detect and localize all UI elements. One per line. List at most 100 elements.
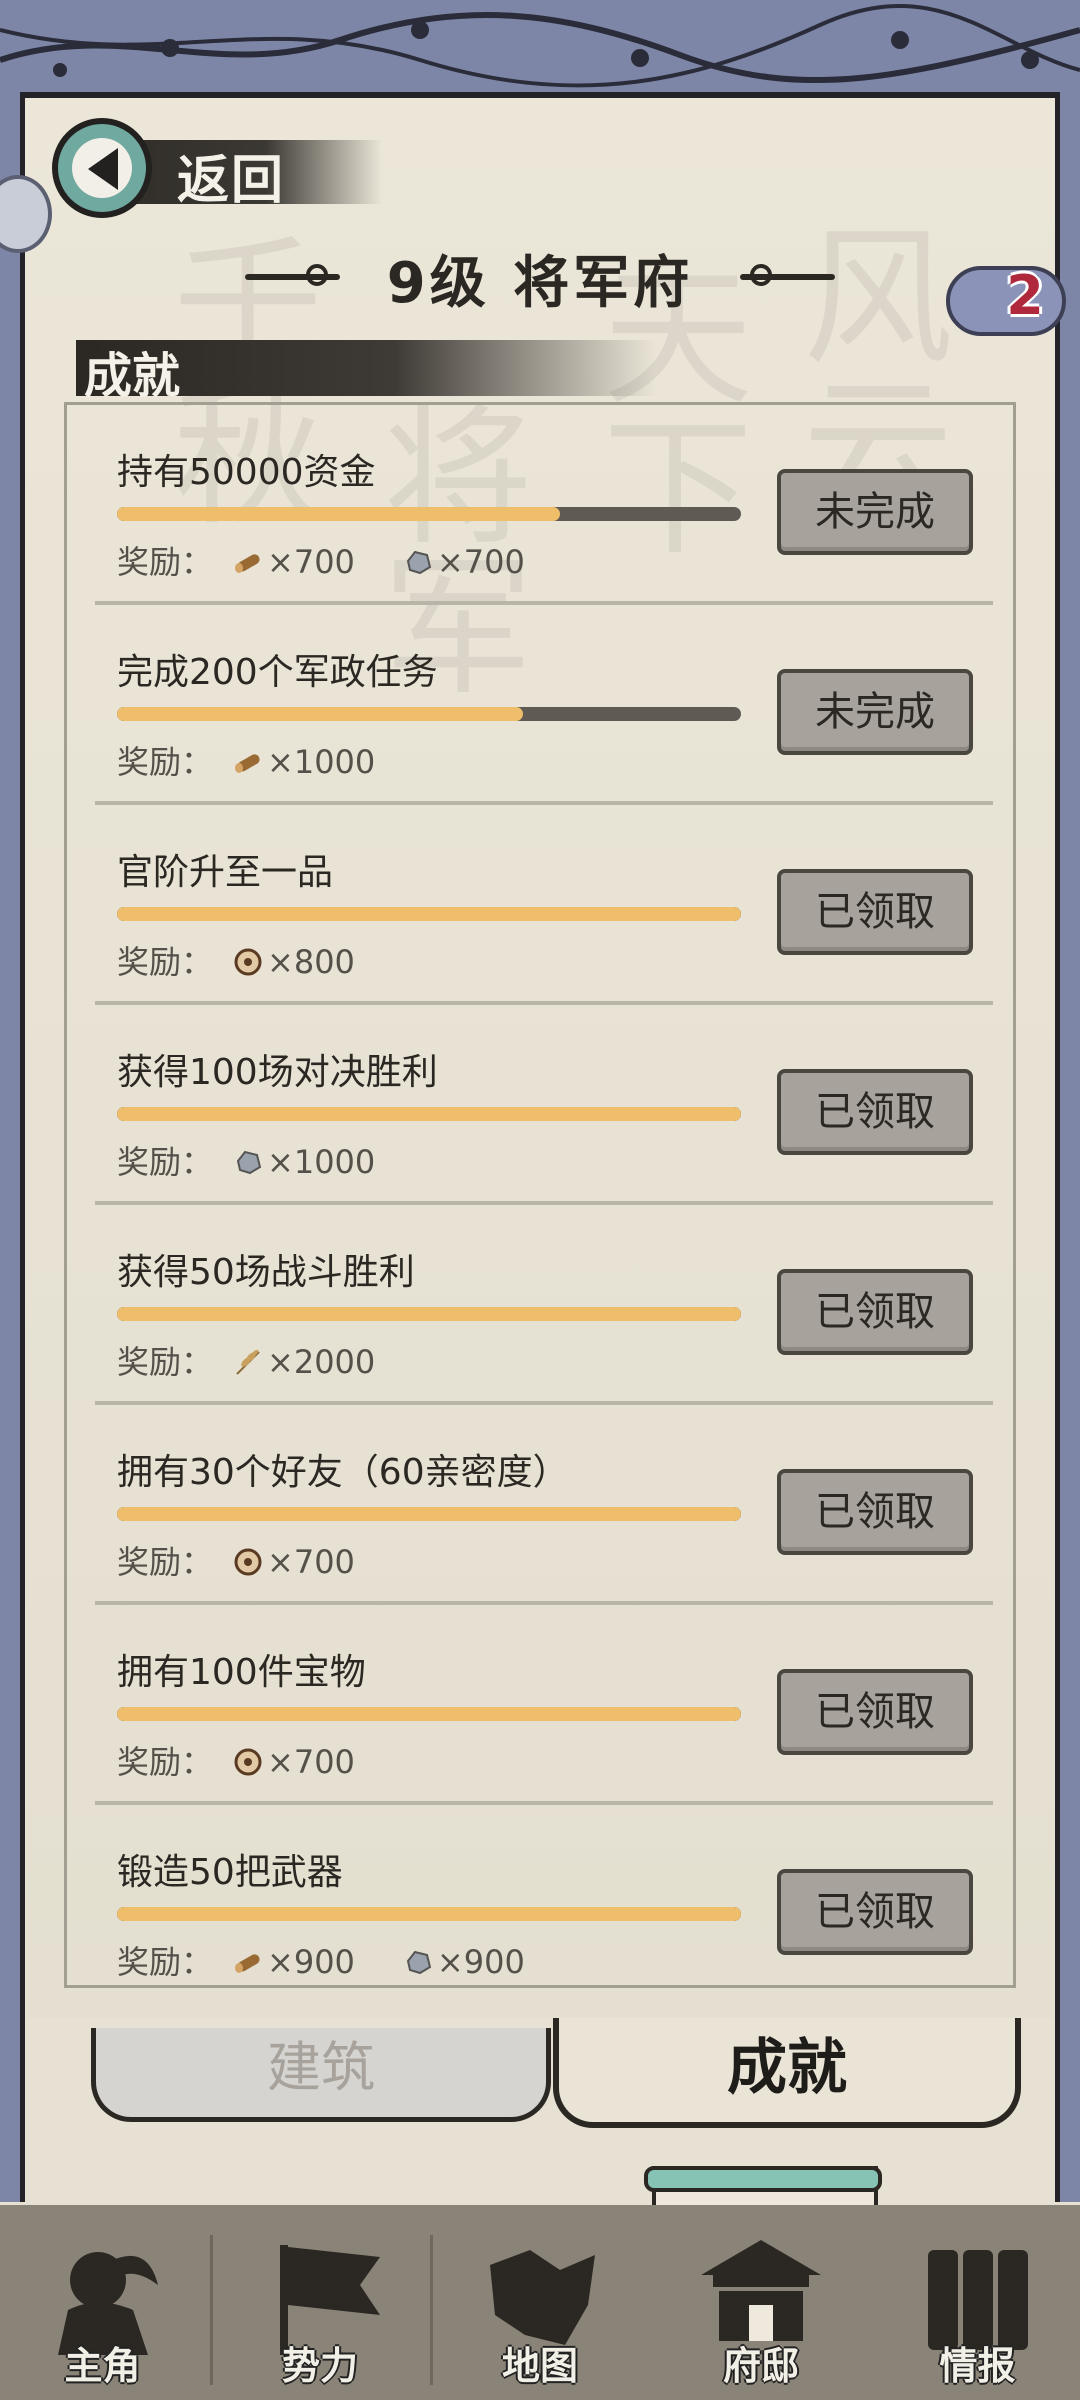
- nav-mansion[interactable]: 府邸: [652, 2205, 870, 2400]
- reward-row: 奖励： ×700: [117, 1537, 383, 1583]
- nav-label: 情报: [939, 2344, 1016, 2388]
- achievement-item: 完成200个军政任务 奖励： ×1000 未完成: [95, 605, 993, 805]
- nav-map[interactable]: 地图: [435, 2205, 645, 2400]
- wood-icon: [233, 1947, 263, 1977]
- reward-amount: ×1000: [267, 743, 376, 781]
- claim-button[interactable]: 已领取: [777, 1869, 973, 1955]
- reward-row: 奖励： ×800: [117, 937, 383, 983]
- nav-divider: [430, 2235, 433, 2385]
- progress-fill: [117, 1907, 741, 1921]
- reward-item: ×700: [233, 1743, 355, 1781]
- reward-label: 奖励：: [117, 1143, 214, 1181]
- reward-item: ×700: [233, 1543, 355, 1581]
- reward-label: 奖励：: [117, 543, 214, 581]
- back-arrow-icon: [52, 118, 152, 218]
- achievement-name: 持有50000资金: [117, 452, 376, 493]
- nav-label: 地图: [501, 2344, 578, 2388]
- achievement-name: 拥有30个好友（60亲密度）: [117, 1452, 569, 1493]
- claim-button[interactable]: 已领取: [777, 1469, 973, 1555]
- achievement-list[interactable]: 持有50000资金 奖励： ×700 ×700 未完成 完成200个军政任务 奖励： ×100…: [64, 402, 1016, 1988]
- achievement-name: 获得100场对决胜利: [117, 1052, 438, 1093]
- progress-bar: [117, 1507, 741, 1521]
- wood-icon: [233, 547, 263, 577]
- achievement-name: 锻造50把武器: [117, 1852, 343, 1893]
- reward-item: ×700: [233, 543, 355, 581]
- left-frame: [0, 92, 25, 2202]
- reward-amount: ×700: [267, 543, 355, 581]
- grain-icon: [233, 1347, 263, 1377]
- right-frame: [1055, 92, 1080, 2202]
- reward-amount: ×700: [267, 1543, 355, 1581]
- claim-button[interactable]: 已领取: [777, 1669, 973, 1755]
- progress-bar: [117, 907, 741, 921]
- reward-row: 奖励： ×2000: [117, 1337, 403, 1383]
- reward-row: 奖励： ×900 ×900: [117, 1937, 553, 1983]
- nav-active-cap: [644, 2166, 882, 2192]
- achievement-name: 完成200个军政任务: [117, 652, 438, 693]
- claim-button[interactable]: 已领取: [777, 1269, 973, 1355]
- achievement-item: 拥有100件宝物 奖励： ×700 已领取: [95, 1605, 993, 1805]
- reward-item: ×800: [233, 943, 355, 981]
- reward-amount: ×900: [267, 1943, 355, 1981]
- progress-fill: [117, 1107, 741, 1121]
- reward-item: ×900: [233, 1943, 355, 1981]
- tab-bar: 建筑 成就: [25, 2018, 1055, 2128]
- claim-button[interactable]: 已领取: [777, 1069, 973, 1155]
- achievement-item: 持有50000资金 奖励： ×700 ×700 未完成: [95, 405, 993, 605]
- top-decorative-border: [0, 0, 1080, 98]
- nav-intel[interactable]: 情报: [875, 2205, 1080, 2400]
- reward-row: 奖励： ×700: [117, 1737, 383, 1783]
- achievement-name: 拥有100件宝物: [117, 1652, 366, 1693]
- reward-label: 奖励：: [117, 1743, 214, 1781]
- wood-icon: [233, 747, 263, 777]
- reward-amount: ×800: [267, 943, 355, 981]
- bottom-nav: 主角 势力 地图 府邸 情报: [0, 2205, 1080, 2400]
- reward-label: 奖励：: [117, 1343, 214, 1381]
- progress-bar: [117, 1307, 741, 1321]
- reward-amount: ×700: [267, 1743, 355, 1781]
- back-button[interactable]: 返回: [52, 118, 382, 218]
- tab-achievement[interactable]: 成就: [553, 2018, 1021, 2128]
- page-title-row: 9级 将军府: [0, 238, 1080, 318]
- page-title: 9级 将军府: [386, 251, 694, 316]
- progress-fill: [117, 507, 561, 521]
- achievement-item: 官阶升至一品奖励： ×800 已领取: [95, 805, 993, 1005]
- ore-icon: [403, 1947, 433, 1977]
- achievement-item: 获得50场战斗胜利 奖励： ×2000 已领取: [95, 1205, 993, 1405]
- achievement-name: 官阶升至一品: [117, 852, 334, 893]
- ore-icon: [233, 1147, 263, 1177]
- badge-count: 2: [1006, 264, 1044, 327]
- coin-icon: [233, 1747, 263, 1777]
- claim-button[interactable]: 未完成: [777, 469, 973, 555]
- claim-button[interactable]: 未完成: [777, 669, 973, 755]
- reward-label: 奖励：: [117, 1943, 214, 1981]
- reward-item: ×900: [403, 1943, 525, 1981]
- reward-row: 奖励： ×1000: [117, 737, 403, 783]
- nav-divider: [210, 2235, 213, 2385]
- nav-label: 主角: [64, 2344, 141, 2388]
- reward-item: ×1000: [233, 1143, 375, 1181]
- notification-badge[interactable]: 2: [946, 248, 1066, 344]
- reward-label: 奖励：: [117, 743, 214, 781]
- achievement-item: 获得100场对决胜利 奖励： ×1000 已领取: [95, 1005, 993, 1205]
- progress-bar: [117, 707, 741, 721]
- nav-faction[interactable]: 势力: [215, 2205, 425, 2400]
- nav-label: 势力: [281, 2344, 358, 2388]
- back-label: 返回: [177, 151, 286, 211]
- ore-icon: [403, 547, 433, 577]
- coin-icon: [233, 1547, 263, 1577]
- tab-building[interactable]: 建筑: [91, 2028, 551, 2122]
- coin-icon: [233, 947, 263, 977]
- reward-amount: ×1000: [267, 1143, 376, 1181]
- section-title: 成就: [84, 348, 181, 404]
- progress-bar: [117, 1107, 741, 1121]
- reward-item: ×1000: [233, 743, 375, 781]
- progress-fill: [117, 1507, 741, 1521]
- reward-item: ×700: [403, 543, 525, 581]
- progress-fill: [117, 707, 523, 721]
- reward-row: 奖励： ×700 ×700: [117, 537, 553, 583]
- reward-label: 奖励：: [117, 1543, 214, 1581]
- nav-hero[interactable]: 主角: [0, 2205, 205, 2400]
- claim-button[interactable]: 已领取: [777, 869, 973, 955]
- achievement-item: 拥有30个好友（60亲密度） 奖励： ×700 已领取: [95, 1405, 993, 1605]
